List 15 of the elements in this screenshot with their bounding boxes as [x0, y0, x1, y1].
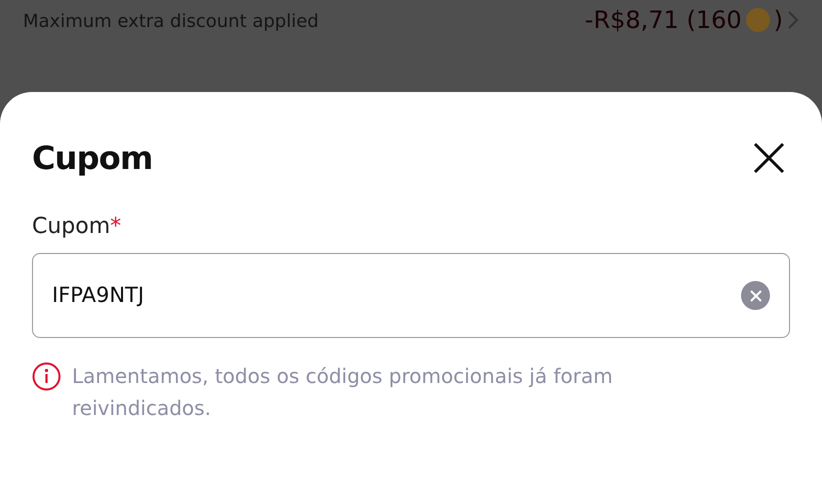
coupon-value[interactable]: IFPA9NTJ [52, 280, 741, 312]
clear-button[interactable] [741, 281, 770, 310]
clear-icon [750, 290, 762, 302]
error-message: Lamentamos, todos os códigos promocionais já foram reivindicados. [72, 363, 614, 422]
close-icon [753, 142, 785, 174]
error-icon [32, 362, 61, 391]
sheet-title: Cupom [32, 138, 153, 179]
discount-amount-end: ) [774, 5, 783, 36]
field-label: Cupom [32, 213, 110, 241]
required-mark: * [110, 213, 122, 241]
discount-note: Maximum extra discount applied [23, 10, 319, 34]
close-button[interactable] [752, 141, 786, 175]
coin-icon [746, 8, 770, 32]
discount-amount: -R$8,71 (160 [584, 5, 742, 36]
coupon-input[interactable]: IFPA9NTJ [32, 253, 790, 338]
